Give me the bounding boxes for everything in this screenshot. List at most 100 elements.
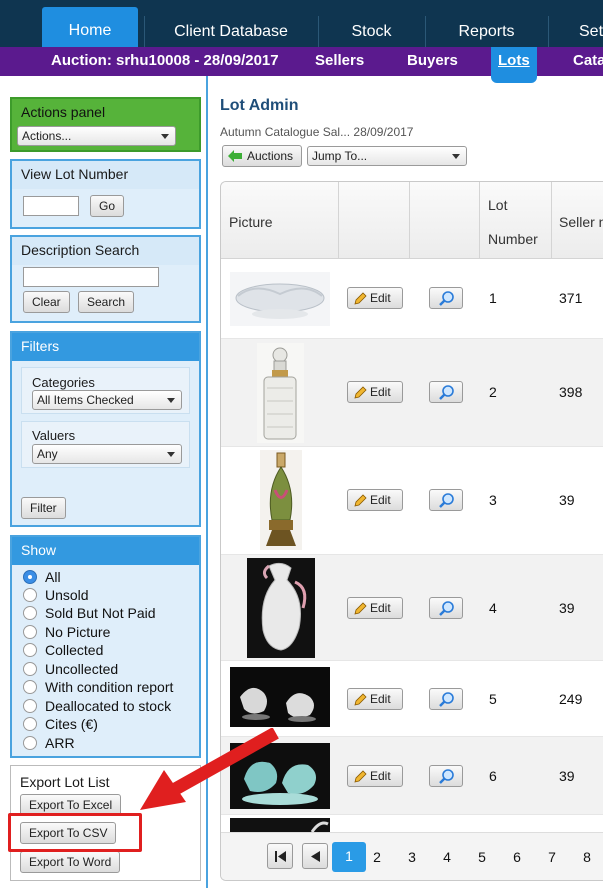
page-6[interactable]: 6: [507, 849, 527, 865]
categories-select[interactable]: All Items Checked: [32, 390, 182, 410]
show-option-label: All: [45, 569, 61, 585]
radio-selected-icon[interactable]: [23, 570, 37, 584]
edit-label: Edit: [370, 692, 391, 706]
page-1[interactable]: 1: [332, 842, 366, 872]
show-title: Show: [12, 537, 199, 565]
search-button[interactable]: Search: [78, 291, 135, 313]
page-8[interactable]: 8: [577, 849, 597, 865]
table-row[interactable]: Edit 1 371: [221, 259, 603, 339]
table-row[interactable]: Edit 2 398: [221, 339, 603, 447]
header-lot-label: Lot: [488, 197, 508, 213]
auction-subnav: Auction: srhu10008 - 28/09/2017 Sellers …: [0, 47, 603, 83]
view-button[interactable]: [429, 287, 463, 309]
back-arrow-icon: [228, 150, 242, 162]
edit-button[interactable]: Edit: [347, 597, 403, 619]
tab-home[interactable]: Home: [42, 7, 138, 47]
radio-icon[interactable]: [23, 606, 37, 620]
radio-icon[interactable]: [23, 643, 37, 657]
edit-button[interactable]: Edit: [347, 381, 403, 403]
edit-label: Edit: [370, 601, 391, 615]
header-seller[interactable]: Seller n: [552, 182, 603, 259]
lot-thumbnail[interactable]: [247, 558, 315, 658]
edit-button[interactable]: Edit: [347, 688, 403, 710]
radio-icon[interactable]: [23, 680, 37, 694]
tab-settings[interactable]: Set: [548, 16, 603, 47]
pencil-icon: [354, 386, 367, 399]
view-button[interactable]: [429, 381, 463, 403]
tab-stock[interactable]: Stock: [318, 16, 424, 47]
seller-number: 371: [559, 290, 583, 306]
auction-subtitle: Autumn Catalogue Sal... 28/09/2017: [220, 125, 414, 139]
radio-icon[interactable]: [23, 736, 37, 750]
lot-thumbnail[interactable]: [260, 450, 302, 550]
view-button[interactable]: [429, 597, 463, 619]
pencil-icon: [354, 602, 367, 615]
show-option-label: ARR: [45, 735, 75, 751]
jump-to-select[interactable]: Jump To...: [307, 146, 467, 166]
subnav-catalogue[interactable]: Cata: [573, 47, 603, 76]
page-7[interactable]: 7: [542, 849, 562, 865]
actions-panel: Actions panel Actions...: [10, 97, 201, 152]
show-option-label: Sold But Not Paid: [45, 605, 156, 621]
edit-button[interactable]: Edit: [347, 765, 403, 787]
show-option-label: With condition report: [45, 679, 174, 695]
description-search-input[interactable]: [23, 267, 159, 287]
subnav-sellers[interactable]: Sellers: [315, 47, 364, 76]
edit-label: Edit: [370, 291, 391, 305]
edit-label: Edit: [370, 493, 391, 507]
header-lot-number[interactable]: Lot Number: [480, 182, 552, 259]
tab-client-database[interactable]: Client Database: [144, 16, 317, 47]
header-number-label: Number: [488, 231, 538, 247]
table-row[interactable]: Edit 4 39: [221, 555, 603, 661]
radio-icon[interactable]: [23, 588, 37, 602]
header-view: [410, 182, 480, 259]
jump-to-value: Jump To...: [312, 149, 368, 163]
auctions-button[interactable]: Auctions: [222, 145, 303, 167]
header-picture[interactable]: Picture: [221, 182, 339, 259]
export-word-button[interactable]: Export To Word: [20, 851, 121, 873]
lot-thumbnail[interactable]: [257, 343, 304, 443]
table-row[interactable]: Edit 3 39: [221, 447, 603, 555]
clear-button[interactable]: Clear: [23, 291, 70, 313]
show-option-label: No Picture: [45, 624, 111, 640]
page-5[interactable]: 5: [472, 849, 492, 865]
lot-number: 2: [489, 384, 497, 400]
magnifier-icon: [439, 601, 454, 616]
seller-number: 39: [559, 768, 575, 784]
radio-icon[interactable]: [23, 699, 37, 713]
radio-icon[interactable]: [23, 625, 37, 639]
subnav-lots[interactable]: Lots: [491, 47, 537, 83]
page-2[interactable]: 2: [367, 849, 387, 865]
show-option-label: Deallocated to stock: [45, 698, 172, 714]
top-navigation: Home Client Database Stock Reports Set: [0, 0, 603, 47]
view-button[interactable]: [429, 688, 463, 710]
first-page-button[interactable]: [267, 843, 293, 869]
page-4[interactable]: 4: [437, 849, 457, 865]
subnav-buyers[interactable]: Buyers: [407, 47, 458, 76]
go-button[interactable]: Go: [90, 195, 125, 217]
actions-select[interactable]: Actions...: [17, 126, 176, 146]
view-button[interactable]: [429, 765, 463, 787]
radio-icon[interactable]: [23, 662, 37, 676]
lot-number: 4: [489, 600, 497, 616]
view-lot-panel: View Lot Number Go: [10, 159, 201, 229]
valuers-select[interactable]: Any: [32, 444, 182, 464]
magnifier-icon: [439, 769, 454, 784]
radio-icon[interactable]: [23, 717, 37, 731]
pencil-icon: [354, 292, 367, 305]
tab-reports[interactable]: Reports: [425, 16, 547, 47]
lot-thumbnail[interactable]: [230, 272, 330, 326]
view-button[interactable]: [429, 489, 463, 511]
filter-button[interactable]: Filter: [21, 497, 66, 519]
chevron-down-icon: [161, 134, 169, 139]
lot-thumbnail[interactable]: [230, 667, 330, 727]
categories-value: All Items Checked: [37, 393, 134, 407]
edit-button[interactable]: Edit: [347, 287, 403, 309]
valuers-label: Valuers: [32, 428, 76, 443]
edit-button[interactable]: Edit: [347, 489, 403, 511]
table-row[interactable]: Edit 5 249: [221, 661, 603, 737]
page-3[interactable]: 3: [402, 849, 422, 865]
valuers-box: Valuers Any: [21, 421, 190, 468]
prev-page-button[interactable]: [302, 843, 328, 869]
lot-number-input[interactable]: [23, 196, 79, 216]
